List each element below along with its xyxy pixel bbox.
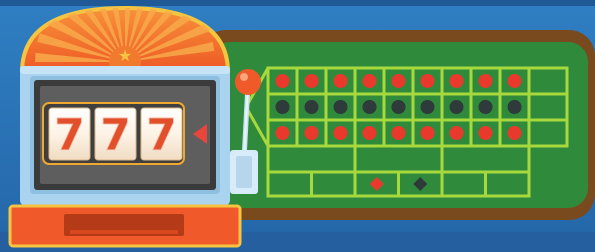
number-chip — [478, 126, 493, 140]
number-chip — [275, 100, 290, 114]
number-chip — [420, 100, 435, 114]
number-chip — [391, 74, 406, 88]
number-chip — [391, 126, 406, 140]
reel-2: 7 — [94, 107, 137, 161]
illustration-canvas: ★ 7 7 7 — [0, 0, 595, 252]
number-chip — [304, 100, 319, 114]
number-chip — [420, 74, 435, 88]
roulette-table — [200, 30, 595, 220]
number-chip — [275, 74, 290, 88]
reel-symbol: 7 — [146, 110, 177, 161]
reel-1: 7 — [48, 107, 91, 161]
number-chip — [362, 100, 377, 114]
number-chip — [333, 74, 348, 88]
number-chip — [362, 126, 377, 140]
number-chip — [507, 126, 522, 140]
coin-slot-lip — [70, 230, 178, 234]
number-chip — [333, 126, 348, 140]
lever-base-inner — [236, 156, 252, 188]
reel-symbol: 7 — [54, 110, 85, 161]
number-chip — [333, 100, 348, 114]
number-chip — [507, 100, 522, 114]
reel-strip: 7 7 7 — [48, 107, 183, 161]
number-chip — [478, 74, 493, 88]
number-chip — [391, 100, 406, 114]
number-chip — [449, 126, 464, 140]
cabinet-top-trim — [20, 66, 230, 74]
number-chip — [362, 74, 377, 88]
reel-3: 7 — [140, 107, 183, 161]
number-chip — [275, 126, 290, 140]
number-chip — [449, 74, 464, 88]
number-chip — [304, 74, 319, 88]
top-strip — [0, 0, 595, 6]
reel-symbol: 7 — [100, 110, 131, 161]
number-chip — [304, 126, 319, 140]
number-chip — [478, 100, 493, 114]
slot-machine: ★ 7 7 7 — [8, 5, 242, 248]
lever-ball[interactable] — [235, 69, 261, 95]
slot-roulette-illustration: ★ 7 7 7 — [0, 0, 595, 252]
number-chip — [420, 126, 435, 140]
number-chip — [449, 100, 464, 114]
number-chip — [507, 74, 522, 88]
dome-star-icon: ★ — [118, 46, 132, 65]
lever-ball-highlight — [240, 73, 248, 81]
